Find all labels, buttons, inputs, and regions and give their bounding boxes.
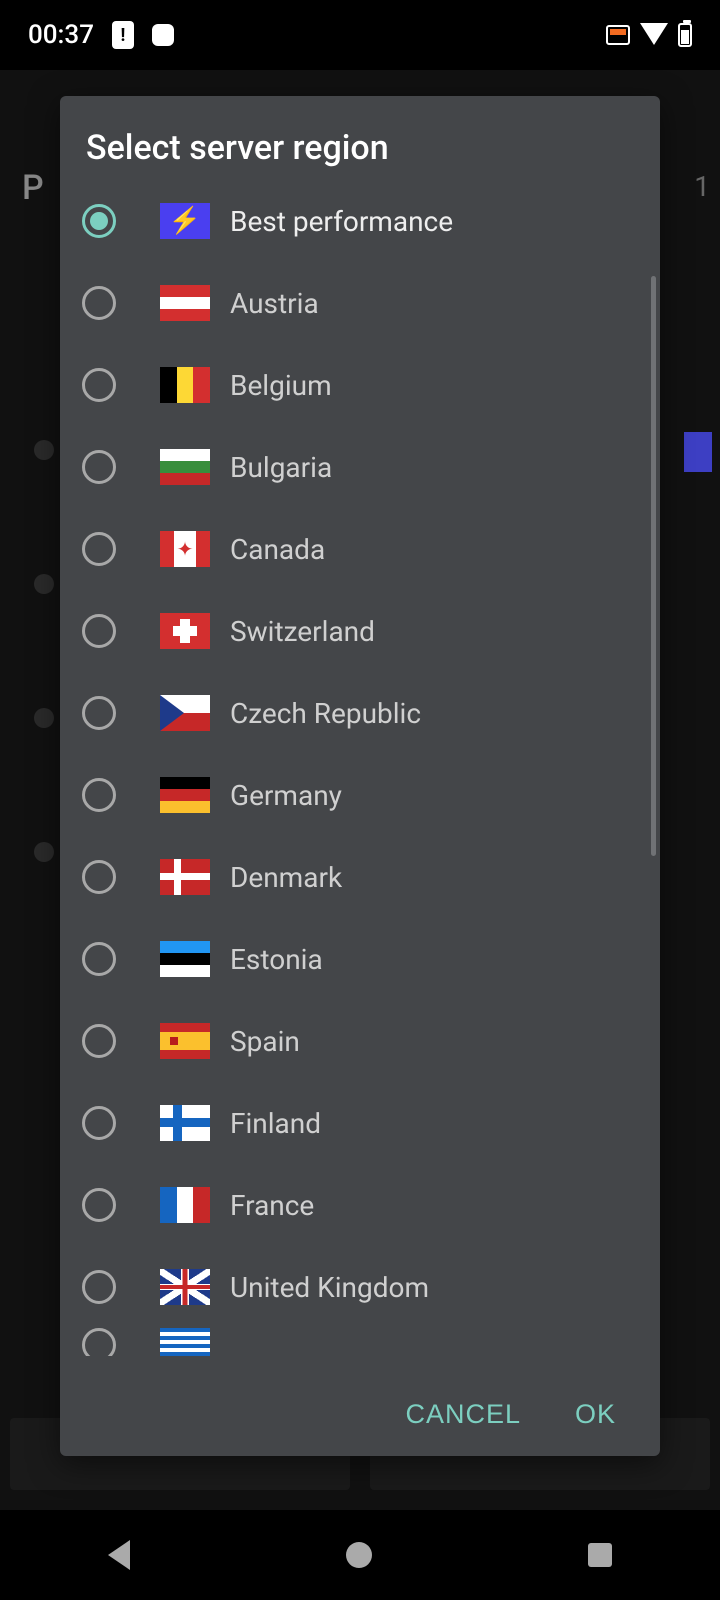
region-label: Austria [230, 287, 319, 320]
flag-icon-gb [160, 1269, 210, 1305]
flag-icon-ch [160, 613, 210, 649]
region-option-bg[interactable]: Bulgaria [60, 426, 660, 508]
radio-gb[interactable] [82, 1270, 116, 1304]
flag-icon-dk [160, 859, 210, 895]
region-label: Belgium [230, 369, 332, 402]
ok-button[interactable]: OK [575, 1399, 616, 1430]
region-label: Germany [230, 779, 342, 812]
flag-icon-gr [160, 1328, 210, 1356]
region-label: Denmark [230, 861, 342, 894]
nav-back-icon[interactable] [108, 1540, 130, 1570]
flag-icon-fr [160, 1187, 210, 1223]
region-label: Canada [230, 533, 325, 566]
radio-dk[interactable] [82, 860, 116, 894]
server-region-dialog: Select server region ⚡ Best performance Au… [60, 96, 660, 1456]
region-label: United Kingdom [230, 1271, 429, 1304]
region-label: Czech Republic [230, 697, 421, 730]
radio-cz[interactable] [82, 696, 116, 730]
nav-bar [0, 1510, 720, 1600]
region-label: Bulgaria [230, 451, 332, 484]
radio-ca[interactable] [82, 532, 116, 566]
region-label: Estonia [230, 943, 323, 976]
radio-fr[interactable] [82, 1188, 116, 1222]
bg-accent [684, 432, 712, 472]
radio-de[interactable] [82, 778, 116, 812]
status-bar: 00:37 [0, 0, 720, 70]
flag-icon-be [160, 367, 210, 403]
region-option-gb[interactable]: United Kingdom [60, 1246, 660, 1328]
wifi-icon [640, 23, 668, 47]
cast-icon [606, 25, 630, 45]
region-option-es[interactable]: Spain [60, 1000, 660, 1082]
radio-es[interactable] [82, 1024, 116, 1058]
region-label: Spain [230, 1025, 300, 1058]
region-option-de[interactable]: Germany [60, 754, 660, 836]
radio-gr[interactable] [82, 1328, 116, 1356]
region-option-dk[interactable]: Denmark [60, 836, 660, 918]
flag-icon-bg [160, 449, 210, 485]
dialog-actions: CANCEL OK [60, 1381, 660, 1456]
flag-icon-ee [160, 941, 210, 977]
region-option-best[interactable]: ⚡ Best performance [60, 180, 660, 262]
flag-icon-fi [160, 1105, 210, 1141]
region-option-ch[interactable]: Switzerland [60, 590, 660, 672]
region-option-at[interactable]: Austria [60, 262, 660, 344]
region-option-ee[interactable]: Estonia [60, 918, 660, 1000]
region-option-fr[interactable]: France [60, 1164, 660, 1246]
flag-icon-de [160, 777, 210, 813]
notification-app-icon [152, 24, 174, 46]
radio-bg[interactable] [82, 450, 116, 484]
radio-fi[interactable] [82, 1106, 116, 1140]
cancel-button[interactable]: CANCEL [405, 1399, 521, 1430]
battery-icon [678, 23, 692, 47]
region-option-ca[interactable]: ✦ Canada [60, 508, 660, 590]
flag-icon-cz [160, 695, 210, 731]
region-option-fi[interactable]: Finland [60, 1082, 660, 1164]
radio-best[interactable] [82, 204, 116, 238]
notification-alert-icon [112, 21, 134, 49]
flag-icon-at [160, 285, 210, 321]
region-list[interactable]: ⚡ Best performance Austria Belgium Bulgaria ✦… [60, 176, 660, 1381]
bg-right-peek: 1 [694, 170, 710, 203]
dialog-title: Select server region [60, 96, 660, 176]
region-label: Best performance [230, 205, 453, 238]
status-time: 00:37 [28, 20, 94, 50]
scrollbar[interactable] [651, 276, 656, 856]
radio-ee[interactable] [82, 942, 116, 976]
nav-recent-icon[interactable] [588, 1543, 612, 1567]
region-label: Finland [230, 1107, 321, 1140]
region-label: France [230, 1189, 314, 1222]
flag-icon-best: ⚡ [160, 203, 210, 239]
region-label: Switzerland [230, 615, 375, 648]
region-option-be[interactable]: Belgium [60, 344, 660, 426]
radio-ch[interactable] [82, 614, 116, 648]
radio-be[interactable] [82, 368, 116, 402]
radio-at[interactable] [82, 286, 116, 320]
flag-icon-es [160, 1023, 210, 1059]
flag-icon-ca: ✦ [160, 531, 210, 567]
bg-title-peek: P [22, 168, 44, 208]
region-option-cz[interactable]: Czech Republic [60, 672, 660, 754]
region-option-gr[interactable] [60, 1328, 660, 1356]
nav-home-icon[interactable] [346, 1542, 372, 1568]
